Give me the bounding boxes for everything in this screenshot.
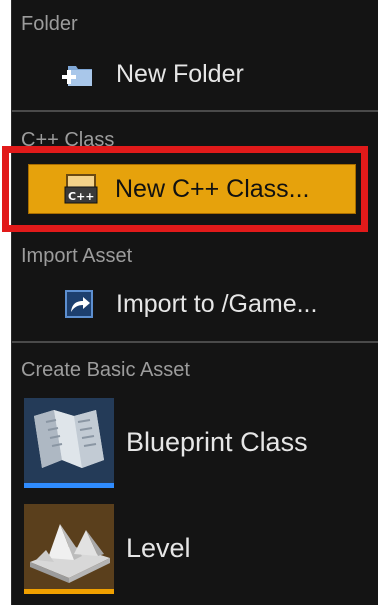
- new-folder-label: New Folder: [116, 60, 244, 88]
- separator: [12, 341, 378, 343]
- import-icon: [62, 290, 94, 318]
- content-browser-add-new-menu: Folder New Folder C++ Class C++ New C++ …: [11, 0, 378, 605]
- level-accent-bar: [24, 589, 114, 594]
- level-icon: [24, 504, 114, 594]
- separator: [12, 110, 378, 112]
- section-header-folder: Folder: [21, 13, 78, 35]
- blueprint-class-accent-bar: [24, 483, 114, 488]
- section-header-import-asset: Import Asset: [21, 245, 133, 267]
- new-folder-menu-item[interactable]: New Folder: [24, 50, 364, 98]
- blueprint-class-asset-item[interactable]: Blueprint Class: [24, 398, 364, 488]
- level-label: Level: [126, 533, 191, 563]
- blueprint-class-label: Blueprint Class: [126, 427, 308, 457]
- blueprint-class-icon: [24, 398, 114, 488]
- new-folder-icon: [62, 60, 94, 88]
- highlight-outline: [2, 146, 368, 232]
- section-header-create-basic-asset: Create Basic Asset: [21, 359, 190, 381]
- import-to-game-menu-item[interactable]: Import to /Game...: [24, 280, 364, 328]
- import-to-game-label: Import to /Game...: [116, 290, 318, 318]
- level-asset-item[interactable]: Level: [24, 504, 364, 594]
